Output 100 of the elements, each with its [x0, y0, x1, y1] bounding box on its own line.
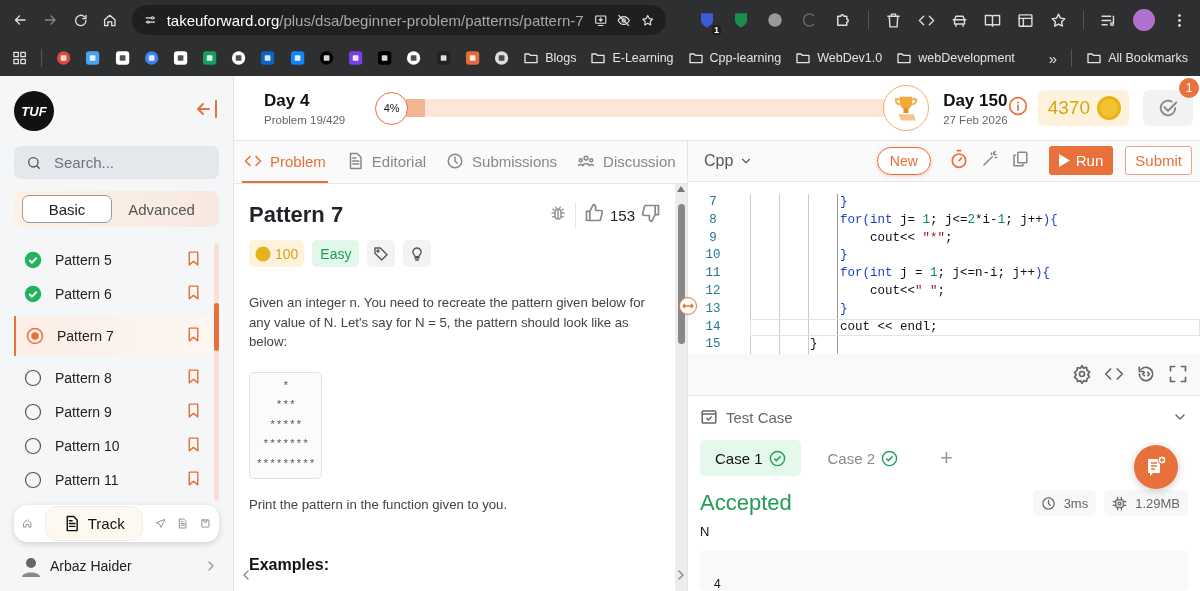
- bookmark-folder[interactable]: webDevelopment: [896, 50, 1015, 66]
- case-tab[interactable]: Case 2: [812, 440, 914, 476]
- line-number: 7: [708, 194, 718, 211]
- apps-icon[interactable]: [12, 50, 28, 66]
- folder-icon: [795, 50, 812, 66]
- search-icon: [26, 154, 42, 171]
- goal-date: 27 Feb 2026: [943, 113, 1008, 126]
- track-button[interactable]: Track: [44, 506, 143, 541]
- problem-item[interactable]: Pattern 10: [14, 429, 212, 463]
- bookmark-label: WebDev1.0: [817, 51, 883, 65]
- logo[interactable]: TUF: [14, 91, 54, 131]
- problem-item[interactable]: Pattern 7: [14, 316, 212, 356]
- mode-tab[interactable]: Advanced: [112, 195, 211, 223]
- trash-icon[interactable]: [885, 11, 902, 29]
- coin-reward: 100: [249, 240, 305, 267]
- tab[interactable]: Submissions: [444, 141, 560, 183]
- site-icon[interactable]: [464, 50, 480, 66]
- site-icon[interactable]: [231, 50, 247, 66]
- clock-icon: [446, 152, 465, 170]
- line-number: 11: [704, 265, 722, 283]
- shield-icon[interactable]: [698, 11, 716, 29]
- more-bookmarks[interactable]: »: [1048, 49, 1058, 67]
- code-editor[interactable]: 7 } 8 for(int j= 1; j<=2*i-1; j++){ 9 cout<< "*"; 10 } 11 for(int j = 1; j<=n-i; j++){ 12 cout<<" "; 13 } 14 cout << endl; 15 }: [688, 182, 1200, 355]
- circle-icon[interactable]: [766, 11, 784, 29]
- problem-item[interactable]: Pattern 5: [14, 243, 212, 277]
- search-input[interactable]: Search...: [52, 153, 206, 172]
- site-icon[interactable]: [348, 50, 364, 66]
- scroll-thumb[interactable]: [677, 204, 685, 344]
- site-icon[interactable]: [435, 50, 451, 66]
- empty-circle-icon: [24, 369, 42, 387]
- scrollbar[interactable]: [675, 184, 687, 591]
- address-bar[interactable]: takeuforward.org/plus/dsa/beginner-problem/patterns/pattern-7: [132, 5, 666, 35]
- problem-title: Pattern 7: [249, 202, 345, 228]
- extension-badge: 1: [712, 25, 721, 35]
- hint-button[interactable]: [403, 240, 432, 267]
- magic-wand-icon[interactable]: [980, 150, 999, 168]
- like-count: 153: [609, 206, 635, 224]
- site-icon[interactable]: [406, 50, 422, 66]
- check-circle-icon: [24, 251, 42, 269]
- problem-description: Given an integer n. You need to recreate the pattern given below for any value of N. Let's say for N = 5, the pattern should look like as below:: [249, 294, 646, 351]
- coin-icon: [1096, 95, 1122, 121]
- bookmark-folder[interactable]: E-Learning: [590, 50, 674, 66]
- info-icon[interactable]: [1007, 96, 1028, 116]
- tab[interactable]: Discussion: [575, 141, 678, 183]
- user-profile[interactable]: Arbaz Haider: [14, 544, 219, 588]
- collapse-sidebar-icon[interactable]: [195, 97, 219, 121]
- bookmark-label: All Bookmarks: [1108, 51, 1189, 65]
- progress-percent: 4%: [375, 91, 409, 125]
- folder-icon: [523, 50, 540, 66]
- bookmark-label: webDevelopment: [918, 51, 1015, 65]
- problem-item[interactable]: Pattern 8: [14, 361, 212, 395]
- shield-icon[interactable]: [732, 11, 750, 29]
- thumbs-up-icon[interactable]: [583, 203, 604, 223]
- empty-circle-icon: [24, 437, 42, 455]
- site-icon[interactable]: [289, 50, 305, 66]
- scrollbar[interactable]: [214, 243, 219, 501]
- examples-heading: Examples:: [249, 556, 331, 574]
- settings-icon[interactable]: [1072, 364, 1092, 385]
- problem-item[interactable]: Pattern 6: [14, 277, 212, 311]
- site-icon[interactable]: [493, 50, 510, 66]
- folder-icon: [687, 50, 704, 66]
- line-number: 9: [708, 229, 718, 247]
- bookmark-folder[interactable]: All Bookmarks: [1086, 50, 1189, 66]
- check-circle-icon: [24, 285, 42, 303]
- problem-item[interactable]: Pattern 11: [14, 463, 212, 497]
- tags-button[interactable]: [367, 240, 396, 267]
- bookmark-folder[interactable]: Cpp-learning: [687, 50, 782, 66]
- site-icon[interactable]: [202, 50, 218, 66]
- site-icon[interactable]: [172, 50, 189, 66]
- problem-item[interactable]: Pattern 9: [14, 395, 212, 429]
- star-icon[interactable]: [1050, 11, 1067, 29]
- bookmark-folder[interactable]: Blogs: [523, 50, 577, 66]
- submissions-button[interactable]: [1143, 90, 1193, 126]
- language-select[interactable]: Cpp: [698, 151, 760, 171]
- site-icon[interactable]: [260, 50, 276, 66]
- radio-icon: [26, 327, 44, 345]
- thumbs-down-icon[interactable]: [641, 203, 661, 223]
- site-icon[interactable]: [56, 50, 72, 66]
- mode-tab[interactable]: Basic: [22, 195, 112, 223]
- window-icon[interactable]: [1017, 11, 1034, 29]
- arrow-up-icon[interactable]: [677, 186, 685, 192]
- bug-icon[interactable]: [548, 204, 567, 222]
- problem-count: Problem 19/429: [264, 113, 346, 126]
- line-number: 13: [704, 300, 722, 318]
- copy-icon[interactable]: [1010, 150, 1029, 168]
- coin-count: 4370: [1047, 97, 1090, 119]
- bookmark-folder[interactable]: WebDev1.0: [795, 50, 883, 66]
- puzzle-icon[interactable]: [834, 11, 852, 29]
- site-icon[interactable]: [143, 50, 159, 66]
- site-icon[interactable]: [377, 50, 393, 66]
- site-icon[interactable]: [85, 50, 101, 66]
- site-icon[interactable]: [318, 50, 334, 66]
- site-icon[interactable]: [114, 50, 130, 66]
- bookmark-label: E-Learning: [612, 51, 674, 65]
- search-field[interactable]: Search...: [14, 146, 219, 179]
- avatar-icon[interactable]: [1133, 9, 1155, 31]
- case-tab[interactable]: Case 1: [700, 440, 801, 476]
- bookmark-label: Cpp-learning: [709, 51, 782, 65]
- edit-document-icon[interactable]: [177, 515, 189, 532]
- fullscreen-icon[interactable]: [1168, 364, 1188, 385]
